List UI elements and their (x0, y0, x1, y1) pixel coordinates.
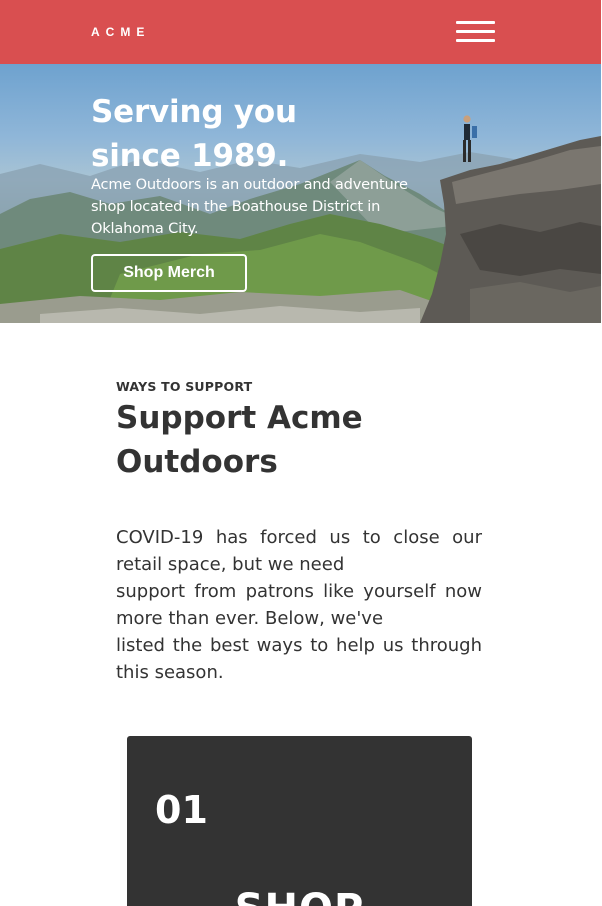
section-title: Support Acme Outdoors (116, 400, 363, 480)
body-line: retail space, but we need (116, 554, 345, 575)
body-line: support from patrons like yourself now (116, 581, 482, 602)
body-line: more than ever. Below, we've (116, 608, 384, 629)
section-eyebrow: WAYS TO SUPPORT (116, 379, 253, 394)
card-heading: SHOP (127, 886, 472, 906)
body-line: COVID-19 has forced us to close our (116, 527, 482, 548)
support-card-shop[interactable]: 01 SHOP (127, 736, 472, 906)
hero-description: Acme Outdoors is an outdoor and adventur… (91, 176, 408, 237)
body-line: this season. (116, 662, 224, 683)
shop-merch-button[interactable]: Shop Merch (91, 254, 247, 292)
section-body: COVID-19 has forced us to close our reta… (116, 524, 482, 686)
body-line: listed the best ways to help us through (116, 635, 482, 656)
hamburger-menu-icon[interactable] (456, 19, 496, 45)
card-number: 01 (155, 788, 208, 832)
hero-banner: Serving you since 1989. Acme Outdoors is… (0, 64, 601, 323)
top-navigation-bar: ACME (0, 0, 601, 64)
hero-title: Serving you since 1989. (91, 94, 297, 174)
brand-logo[interactable]: ACME (91, 25, 150, 39)
